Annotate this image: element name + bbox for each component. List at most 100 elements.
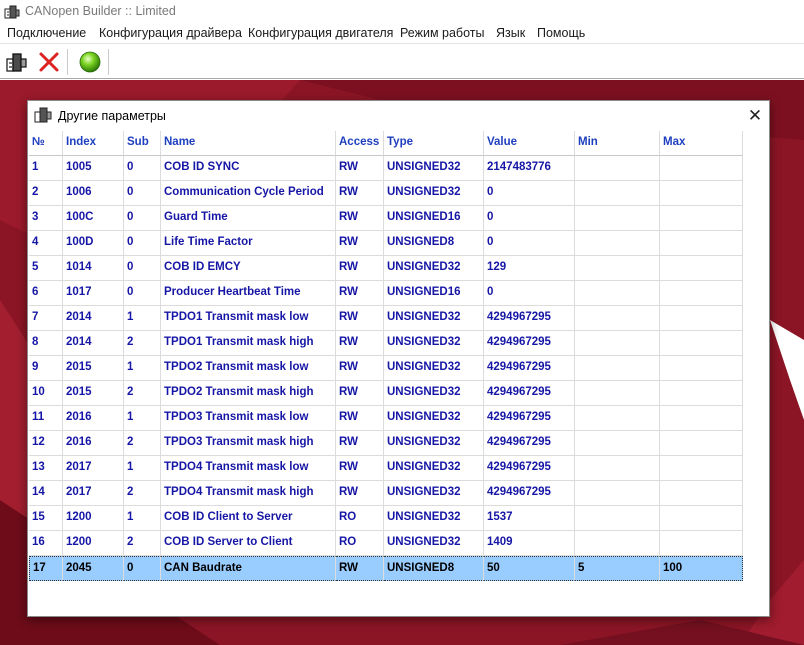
table-row[interactable]: 7 2014 1 TPDO1 Transmit mask low RW UNSIGNED3… [29, 306, 770, 331]
cell-sub[interactable]: 1 [124, 406, 161, 431]
menu-item-operating-mode[interactable]: Режим работы [400, 26, 484, 40]
cell-access[interactable]: RO [336, 531, 384, 556]
cell-access[interactable]: RW [336, 456, 384, 481]
cell-min[interactable] [575, 456, 660, 481]
cell-access[interactable]: RO [336, 506, 384, 531]
cell-number[interactable]: 9 [29, 356, 63, 381]
cell-name[interactable]: TPDO4 Transmit mask high [161, 481, 336, 506]
cell-index[interactable]: 2045 [63, 556, 124, 581]
column-header-name[interactable]: Name [161, 131, 336, 156]
menu-item-connection[interactable]: Подключение [7, 26, 86, 40]
cell-type[interactable]: UNSIGNED8 [384, 231, 484, 256]
cell-type[interactable]: UNSIGNED32 [384, 256, 484, 281]
column-header-sub[interactable]: Sub [124, 131, 161, 156]
cell-max[interactable] [660, 331, 743, 356]
table-row[interactable]: 6 1017 0 Producer Heartbeat Time RW UNSIGNED1… [29, 281, 770, 306]
cell-index[interactable]: 1017 [63, 281, 124, 306]
table-row[interactable]: 10 2015 2 TPDO2 Transmit mask high RW UNSIGNE… [29, 381, 770, 406]
cell-min[interactable] [575, 406, 660, 431]
column-header-max[interactable]: Max [660, 131, 743, 156]
status-light-button[interactable] [76, 48, 104, 76]
menu-item-help[interactable]: Помощь [537, 26, 585, 40]
cell-max[interactable] [660, 406, 743, 431]
cell-type[interactable]: UNSIGNED32 [384, 481, 484, 506]
cell-index[interactable]: 2015 [63, 381, 124, 406]
cell-index[interactable]: 1014 [63, 256, 124, 281]
cell-type[interactable]: UNSIGNED32 [384, 431, 484, 456]
cell-index[interactable]: 2014 [63, 306, 124, 331]
cell-min[interactable] [575, 231, 660, 256]
cell-type[interactable]: UNSIGNED32 [384, 181, 484, 206]
cell-type[interactable]: UNSIGNED32 [384, 456, 484, 481]
cell-value[interactable]: 129 [484, 256, 575, 281]
cell-access[interactable]: RW [336, 231, 384, 256]
table-row[interactable]: 14 2017 2 TPDO4 Transmit mask high RW UNSIGNE… [29, 481, 770, 506]
cell-value[interactable]: 4294967295 [484, 481, 575, 506]
cell-type[interactable]: UNSIGNED16 [384, 281, 484, 306]
table-row[interactable]: 12 2016 2 TPDO3 Transmit mask high RW UNSIGNE… [29, 431, 770, 456]
cell-type[interactable]: UNSIGNED32 [384, 381, 484, 406]
cell-max[interactable] [660, 431, 743, 456]
cell-number[interactable]: 17 [29, 556, 63, 581]
cell-index[interactable]: 1006 [63, 181, 124, 206]
cell-type[interactable]: UNSIGNED32 [384, 356, 484, 381]
cell-name[interactable]: TPDO2 Transmit mask low [161, 356, 336, 381]
table-row[interactable]: 3 100C 0 Guard Time RW UNSIGNED16 0 [29, 206, 770, 231]
cell-name[interactable]: TPDO1 Transmit mask high [161, 331, 336, 356]
cell-min[interactable] [575, 281, 660, 306]
cell-sub[interactable]: 0 [124, 281, 161, 306]
cell-sub[interactable]: 1 [124, 356, 161, 381]
cell-access[interactable]: RW [336, 431, 384, 456]
cell-value[interactable]: 4294967295 [484, 381, 575, 406]
cell-sub[interactable]: 1 [124, 306, 161, 331]
cell-max[interactable] [660, 256, 743, 281]
cell-sub[interactable]: 0 [124, 556, 161, 581]
cell-min[interactable] [575, 256, 660, 281]
cell-name[interactable]: TPDO2 Transmit mask high [161, 381, 336, 406]
cell-number[interactable]: 7 [29, 306, 63, 331]
menu-item-motor-config[interactable]: Конфигурация двигателя [248, 26, 393, 40]
menu-item-language[interactable]: Язык [496, 26, 525, 40]
cell-number[interactable]: 10 [29, 381, 63, 406]
cell-sub[interactable]: 2 [124, 331, 161, 356]
cell-access[interactable]: RW [336, 556, 384, 581]
cell-min[interactable] [575, 156, 660, 181]
cell-number[interactable]: 1 [29, 156, 63, 181]
cell-name[interactable]: CAN Baudrate [161, 556, 336, 581]
cell-max[interactable] [660, 456, 743, 481]
cell-max[interactable] [660, 206, 743, 231]
cell-index[interactable]: 100D [63, 231, 124, 256]
cell-sub[interactable]: 0 [124, 156, 161, 181]
cell-max[interactable] [660, 181, 743, 206]
table-row[interactable]: 5 1014 0 COB ID EMCY RW UNSIGNED32 129 [29, 256, 770, 281]
cell-number[interactable]: 2 [29, 181, 63, 206]
cell-name[interactable]: Communication Cycle Period [161, 181, 336, 206]
cell-value[interactable]: 4294967295 [484, 406, 575, 431]
cell-number[interactable]: 3 [29, 206, 63, 231]
cell-min[interactable] [575, 331, 660, 356]
cell-number[interactable]: 6 [29, 281, 63, 306]
cell-name[interactable]: TPDO4 Transmit mask low [161, 456, 336, 481]
cell-value[interactable]: 4294967295 [484, 356, 575, 381]
cell-value[interactable]: 4294967295 [484, 456, 575, 481]
cell-index[interactable]: 1200 [63, 506, 124, 531]
cell-value[interactable]: 0 [484, 181, 575, 206]
cell-access[interactable]: RW [336, 281, 384, 306]
column-header-min[interactable]: Min [575, 131, 660, 156]
cell-name[interactable]: TPDO3 Transmit mask high [161, 431, 336, 456]
cell-number[interactable]: 12 [29, 431, 63, 456]
cell-max[interactable] [660, 281, 743, 306]
cell-value[interactable]: 4294967295 [484, 431, 575, 456]
cell-type[interactable]: UNSIGNED32 [384, 506, 484, 531]
cell-access[interactable]: RW [336, 206, 384, 231]
cell-index[interactable]: 2016 [63, 406, 124, 431]
cell-type[interactable]: UNSIGNED8 [384, 556, 484, 581]
cell-max[interactable] [660, 356, 743, 381]
cell-max[interactable] [660, 481, 743, 506]
table-row[interactable]: 8 2014 2 TPDO1 Transmit mask high RW UNSIGNED… [29, 331, 770, 356]
cell-access[interactable]: RW [336, 356, 384, 381]
cell-sub[interactable]: 2 [124, 531, 161, 556]
column-header-type[interactable]: Type [384, 131, 484, 156]
cell-min[interactable] [575, 356, 660, 381]
cell-name[interactable]: COB ID EMCY [161, 256, 336, 281]
